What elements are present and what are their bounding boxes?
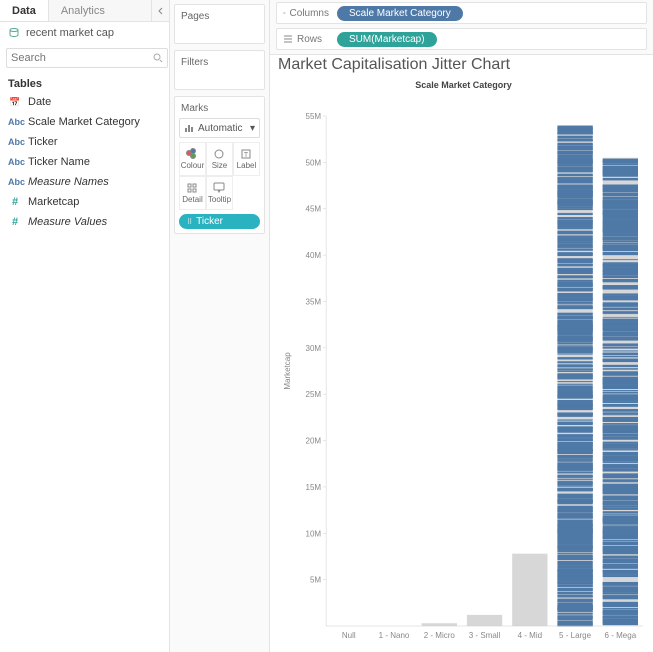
field-label: Ticker Name bbox=[28, 154, 90, 170]
search-icon bbox=[153, 53, 163, 63]
svg-text:30M: 30M bbox=[306, 344, 322, 353]
tab-analytics[interactable]: Analytics bbox=[49, 0, 151, 21]
filters-card[interactable]: Filters bbox=[174, 50, 265, 90]
svg-text:40M: 40M bbox=[306, 251, 322, 260]
field-label: Marketcap bbox=[28, 194, 79, 210]
svg-text:10M: 10M bbox=[306, 529, 322, 538]
search-input[interactable] bbox=[11, 52, 153, 64]
svg-text:2 - Micro: 2 - Micro bbox=[424, 631, 456, 640]
collapse-panel-icon[interactable] bbox=[151, 0, 169, 21]
svg-text:45M: 45M bbox=[306, 205, 322, 214]
datasource-icon bbox=[8, 27, 20, 39]
chart-canvas[interactable]: 5M 10M 15M 20M 25M 30M 35M 40M 45M 50M 55M Marketca… bbox=[278, 108, 649, 648]
detail-dots-icon: ⠿ bbox=[187, 218, 192, 226]
svg-text:55M: 55M bbox=[306, 112, 322, 121]
label-icon: T bbox=[240, 148, 252, 160]
svg-text:Marketcap: Marketcap bbox=[283, 352, 292, 390]
number-icon: # bbox=[8, 214, 22, 230]
cards-panel: Pages Filters Marks Automatic ▾ Colour S… bbox=[170, 0, 270, 652]
panel-tabs: Data Analytics bbox=[0, 0, 169, 22]
rows-icon bbox=[283, 34, 293, 44]
chart-subtitle: Scale Market Category bbox=[278, 80, 649, 90]
svg-text:6 - Mega: 6 - Mega bbox=[605, 631, 637, 640]
field-row[interactable]: Abc Ticker bbox=[0, 132, 169, 152]
chevron-down-icon: ▾ bbox=[250, 123, 255, 134]
rows-shelf-label: Rows bbox=[283, 34, 329, 45]
marks-detail[interactable]: Detail bbox=[179, 176, 206, 210]
datasource-name: recent market cap bbox=[26, 27, 114, 39]
marks-grid: Colour Size T Label Detail Tooltip bbox=[179, 142, 260, 210]
field-row[interactable]: # Marketcap bbox=[0, 192, 169, 212]
field-row[interactable]: Abc Ticker Name bbox=[0, 152, 169, 172]
data-panel: Data Analytics recent market cap ▾ Table… bbox=[0, 0, 170, 652]
field-row[interactable]: Abc Scale Market Category bbox=[0, 112, 169, 132]
calendar-icon: 📅 bbox=[8, 94, 22, 110]
field-row[interactable]: # Measure Values bbox=[0, 212, 169, 232]
field-row[interactable]: 📅 Date bbox=[0, 92, 169, 112]
svg-text:15M: 15M bbox=[306, 483, 322, 492]
text-icon: Abc bbox=[8, 134, 22, 150]
svg-text:50M: 50M bbox=[306, 158, 322, 167]
svg-text:3 - Small: 3 - Small bbox=[469, 631, 501, 640]
text-icon: Abc bbox=[8, 154, 22, 170]
marks-pill-ticker[interactable]: ⠿ Ticker bbox=[179, 214, 260, 229]
detail-icon bbox=[186, 182, 198, 194]
marks-pill-ticker-label: Ticker bbox=[196, 216, 223, 227]
viz-area: Market Capitalisation Jitter Chart Scale… bbox=[278, 50, 649, 648]
columns-pill[interactable]: Scale Market Category bbox=[337, 6, 463, 21]
marks-size[interactable]: Size bbox=[206, 142, 233, 176]
field-label: Measure Values bbox=[28, 214, 107, 230]
tab-data[interactable]: Data bbox=[0, 0, 49, 21]
marks-tooltip[interactable]: Tooltip bbox=[206, 176, 233, 210]
field-row[interactable]: Abc Measure Names bbox=[0, 172, 169, 192]
shelves: Columns Scale Market Category Rows SUM(M… bbox=[270, 0, 653, 55]
filters-card-title: Filters bbox=[179, 55, 260, 72]
svg-text:Null: Null bbox=[342, 631, 356, 640]
marks-colour[interactable]: Colour bbox=[179, 142, 206, 176]
svg-text:T: T bbox=[244, 152, 249, 159]
rows-pill[interactable]: SUM(Marketcap) bbox=[337, 32, 437, 47]
svg-text:5 - Large: 5 - Large bbox=[559, 631, 592, 640]
field-label: Measure Names bbox=[28, 174, 109, 190]
svg-text:35M: 35M bbox=[306, 297, 322, 306]
search-row: ▾ bbox=[0, 44, 169, 72]
colour-icon bbox=[186, 148, 198, 160]
tooltip-icon bbox=[213, 182, 225, 194]
number-icon: # bbox=[8, 194, 22, 210]
svg-text:25M: 25M bbox=[306, 390, 322, 399]
marks-type-label: Automatic bbox=[198, 123, 242, 134]
marks-label[interactable]: T Label bbox=[233, 142, 260, 176]
svg-text:1 - Nano: 1 - Nano bbox=[379, 631, 410, 640]
marks-type-select[interactable]: Automatic ▾ bbox=[179, 118, 260, 138]
bar-icon bbox=[184, 123, 194, 133]
chart-title: Market Capitalisation Jitter Chart bbox=[278, 50, 649, 76]
marks-card-title: Marks bbox=[179, 101, 260, 118]
tables-header: Tables bbox=[0, 72, 169, 92]
rows-shelf[interactable]: Rows SUM(Marketcap) bbox=[276, 28, 647, 50]
fields-list: 📅DateAbcScale Market CategoryAbcTickerAb… bbox=[0, 92, 169, 232]
svg-text:5M: 5M bbox=[310, 576, 321, 585]
marks-card: Marks Automatic ▾ Colour Size T Label bbox=[174, 96, 265, 234]
field-label: Date bbox=[28, 94, 51, 110]
columns-icon bbox=[283, 8, 286, 18]
svg-text:4 - Mid: 4 - Mid bbox=[518, 631, 542, 640]
svg-text:20M: 20M bbox=[306, 437, 322, 446]
size-icon bbox=[213, 148, 225, 160]
pages-card-title: Pages bbox=[179, 9, 260, 26]
text-icon: Abc bbox=[8, 174, 22, 190]
field-label: Ticker bbox=[28, 134, 58, 150]
datasource-row[interactable]: recent market cap bbox=[0, 22, 169, 44]
text-icon: Abc bbox=[8, 114, 22, 130]
pages-card[interactable]: Pages bbox=[174, 4, 265, 44]
columns-shelf-label: Columns bbox=[283, 8, 329, 19]
search-input-wrap bbox=[6, 48, 168, 68]
columns-shelf[interactable]: Columns Scale Market Category bbox=[276, 2, 647, 24]
field-label: Scale Market Category bbox=[28, 114, 140, 130]
